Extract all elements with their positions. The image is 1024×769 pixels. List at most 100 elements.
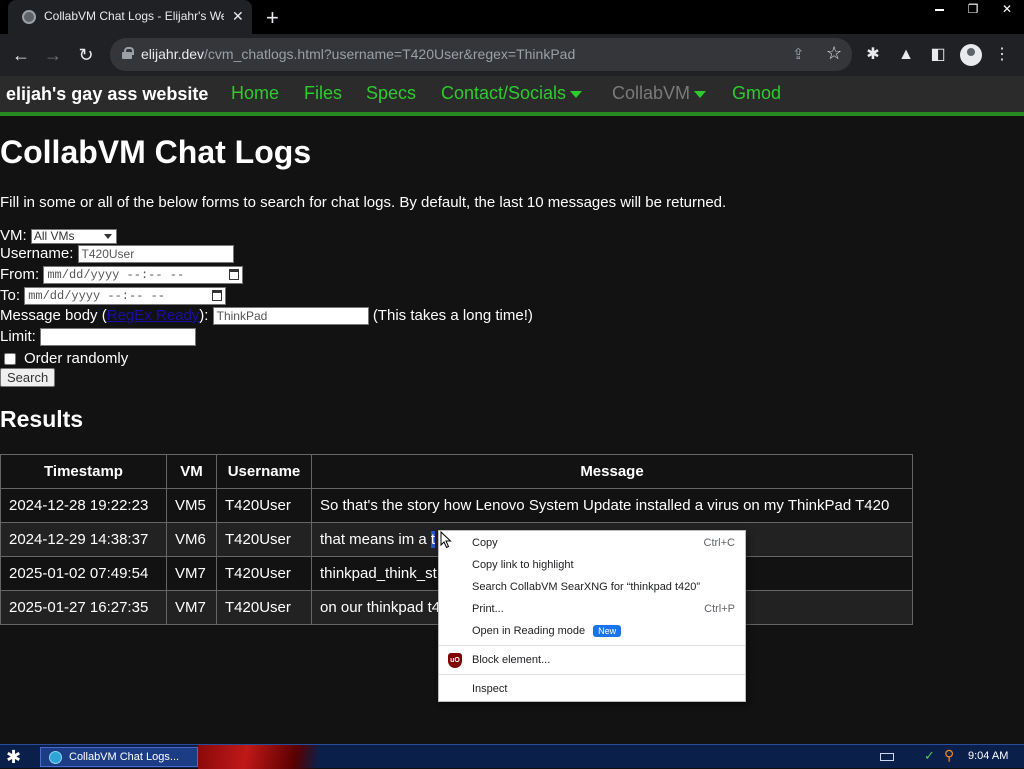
intro-text: Fill in some or all of the below forms t… bbox=[0, 194, 727, 211]
search-magnifier-icon[interactable]: ⚲ bbox=[944, 747, 954, 764]
to-label: To: bbox=[0, 287, 21, 304]
menu-item-block-element[interactable]: uO Block element... bbox=[439, 649, 745, 671]
timestamp-cell: 2024-12-29 14:38:37 bbox=[0, 522, 167, 557]
message-row: Message body (RegEx Ready): ThinkPad (Th… bbox=[0, 307, 533, 326]
lock-icon[interactable] bbox=[122, 47, 134, 59]
from-row: From: mm/dd/yyyy --:-- -- bbox=[0, 266, 244, 285]
side-panel-icon[interactable]: ◧ bbox=[927, 44, 949, 66]
menu-item-search-searxng[interactable]: Search CollabVM SearXNG for “thinkpad t4… bbox=[439, 576, 745, 598]
to-datetime-input[interactable]: mm/dd/yyyy --:-- -- bbox=[24, 287, 227, 306]
taskbar-decoration bbox=[198, 745, 318, 769]
reload-icon[interactable]: ↻ bbox=[73, 42, 99, 68]
restore-icon[interactable]: ❐ bbox=[956, 0, 990, 18]
os-taskbar: ✱ CollabVM Chat Logs... ✓ ⚲ 9:04 AM bbox=[0, 744, 1024, 769]
limit-input[interactable] bbox=[40, 328, 197, 347]
vm-select[interactable]: All VMs bbox=[30, 228, 117, 244]
nav-dropdown-collabvm[interactable]: CollabVM bbox=[612, 83, 707, 104]
column-header: VM bbox=[166, 454, 217, 489]
username-row: Username: T420User bbox=[0, 245, 234, 264]
to-row: To: mm/dd/yyyy --:-- -- bbox=[0, 287, 227, 306]
new-badge: New bbox=[593, 625, 622, 638]
message-input[interactable]: ThinkPad bbox=[212, 307, 369, 326]
message-note: (This takes a long time!) bbox=[372, 307, 533, 324]
chevron-down-icon bbox=[570, 90, 583, 98]
from-label: From: bbox=[0, 266, 40, 283]
site-nav-bar: elijah's gay ass website Home Files Spec… bbox=[0, 76, 1024, 116]
vm-label: VM: bbox=[0, 227, 27, 244]
vm-row: VM: All VMs bbox=[0, 227, 117, 244]
extensions-puzzle-icon[interactable]: ✱ bbox=[862, 44, 884, 66]
mouse-pointer-icon bbox=[440, 531, 452, 549]
back-arrow-icon[interactable]: ← bbox=[8, 42, 34, 68]
order-randomly-checkbox[interactable] bbox=[4, 353, 16, 366]
menu-item-print[interactable]: Print... Ctrl+P bbox=[439, 598, 745, 620]
timestamp-cell: 2025-01-02 07:49:54 bbox=[0, 556, 167, 591]
clock[interactable]: 9:04 AM bbox=[968, 750, 1008, 762]
username-cell: T420User bbox=[216, 522, 312, 557]
address-bar[interactable]: elijahr.dev/cvm_chatlogs.html?username=T… bbox=[110, 38, 852, 71]
regex-ready-link[interactable]: RegEx Ready bbox=[107, 307, 200, 324]
globe-icon bbox=[22, 10, 36, 24]
limit-label: Limit: bbox=[0, 328, 36, 345]
calendar-icon[interactable] bbox=[229, 269, 240, 281]
calendar-icon[interactable] bbox=[212, 290, 223, 302]
chevron-down-icon bbox=[694, 90, 707, 98]
nav-dropdown-contact[interactable]: Contact/Socials bbox=[441, 83, 583, 104]
window-controls: ❐ ✕ bbox=[922, 0, 1024, 20]
menu-kebab-icon[interactable]: ⋮ bbox=[991, 44, 1013, 66]
search-button[interactable]: Search bbox=[0, 368, 56, 387]
profile-avatar-icon[interactable] bbox=[960, 44, 982, 66]
menu-item-copy[interactable]: Copy Ctrl+C bbox=[439, 532, 745, 554]
new-tab-button[interactable]: + bbox=[266, 5, 279, 31]
vm-cell: VM5 bbox=[166, 488, 217, 523]
column-header: Message bbox=[311, 454, 913, 489]
random-row: Order randomly bbox=[0, 350, 128, 367]
context-menu: Copy Ctrl+C Copy link to highlight Search… bbox=[438, 530, 746, 702]
table-header-row: Timestamp VM Username Message bbox=[0, 454, 913, 489]
username-label: Username: bbox=[0, 245, 74, 262]
ublock-origin-icon: uO bbox=[448, 653, 462, 668]
menu-item-copy-link-highlight[interactable]: Copy link to highlight bbox=[439, 554, 745, 576]
system-tray: ✓ ⚲ 9:04 AM bbox=[874, 745, 1024, 769]
nav-link-specs[interactable]: Specs bbox=[366, 83, 416, 104]
nav-link-gmod[interactable]: Gmod bbox=[732, 83, 781, 104]
url-text[interactable]: elijahr.dev/cvm_chatlogs.html?username=T… bbox=[141, 46, 575, 62]
nav-link-home[interactable]: Home bbox=[231, 83, 279, 104]
vm-cell: VM6 bbox=[166, 522, 217, 557]
timestamp-cell: 2025-01-27 16:27:35 bbox=[0, 590, 167, 625]
minimize-icon[interactable] bbox=[922, 0, 956, 18]
timestamp-cell: 2024-12-28 19:22:23 bbox=[0, 488, 167, 523]
menu-item-inspect[interactable]: Inspect bbox=[439, 678, 745, 700]
site-brand[interactable]: elijah's gay ass website bbox=[6, 84, 208, 105]
message-text: that means im a t bbox=[320, 531, 436, 548]
menu-separator bbox=[439, 645, 745, 646]
limit-row: Limit: bbox=[0, 328, 197, 347]
results-heading: Results bbox=[0, 406, 84, 432]
menu-item-reading-mode[interactable]: Open in Reading mode New bbox=[439, 620, 745, 642]
message-label: Message body ( bbox=[0, 307, 107, 324]
from-datetime-input[interactable]: mm/dd/yyyy --:-- -- bbox=[43, 266, 244, 285]
menu-separator bbox=[439, 674, 745, 675]
username-cell: T420User bbox=[216, 488, 312, 523]
taskbar-window-button[interactable]: CollabVM Chat Logs... bbox=[40, 747, 198, 767]
browser-toolbar: ← → ↻ elijahr.dev/cvm_chatlogs.html?user… bbox=[0, 34, 1024, 76]
username-input[interactable]: T420User bbox=[77, 245, 234, 264]
username-cell: T420User bbox=[216, 590, 312, 625]
vm-cell: VM7 bbox=[166, 556, 217, 591]
bookmark-star-icon[interactable]: ☆ bbox=[826, 43, 842, 64]
table-row: 2024-12-28 19:22:23 VM5 T420User So that… bbox=[0, 488, 913, 523]
order-randomly-label: Order randomly bbox=[24, 350, 129, 367]
forward-arrow-icon[interactable]: → bbox=[40, 42, 66, 68]
username-cell: T420User bbox=[216, 556, 312, 591]
browser-tab[interactable]: CollabVM Chat Logs - Elijahr's Website ✕ bbox=[8, 0, 252, 34]
nav-link-files[interactable]: Files bbox=[304, 83, 342, 104]
keyboard-icon[interactable] bbox=[880, 753, 894, 761]
share-icon[interactable]: ⇪ bbox=[792, 45, 805, 63]
browser-tab-strip: CollabVM Chat Logs - Elijahr's Website ✕… bbox=[0, 0, 1024, 34]
labs-flask-icon[interactable]: ▲ bbox=[895, 44, 917, 66]
tab-close-icon[interactable]: ✕ bbox=[232, 8, 244, 25]
column-header: Username bbox=[216, 454, 312, 489]
start-star-icon[interactable]: ✱ bbox=[6, 747, 21, 767]
close-window-icon[interactable]: ✕ bbox=[990, 0, 1024, 18]
network-icon[interactable]: ✓ bbox=[924, 748, 935, 764]
